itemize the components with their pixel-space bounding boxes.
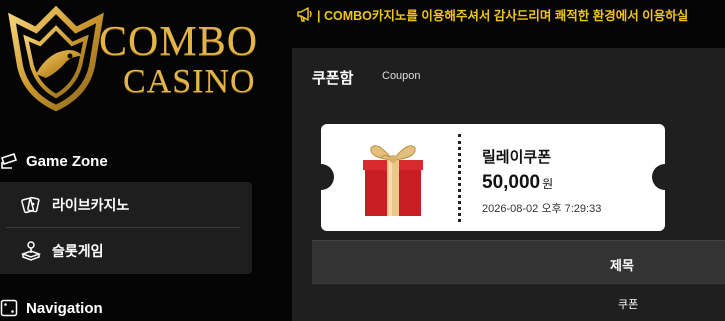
brand-wordmark: COMBO CASINO: [99, 20, 258, 100]
sidebar-item-live-casino[interactable]: 라이브카지노: [0, 182, 252, 227]
brand-line1: COMBO: [99, 19, 259, 65]
dice-icon: [0, 299, 18, 317]
section-game-zone-label: Game Zone: [26, 152, 108, 170]
section-navigation-label: Navigation: [26, 299, 103, 317]
game-menu: 라이브카지노 슬롯게임: [0, 182, 252, 274]
sidebar-item-slot-game[interactable]: 슬롯게임: [0, 228, 252, 273]
coupon-name: 릴레이쿠폰: [482, 149, 552, 166]
column-header-title: 제목: [610, 258, 634, 273]
coupon-panel: 쿠폰함 Coupon 릴레이쿠폰 50,000 원 2026-08-02 오후 …: [292, 48, 725, 321]
sidebar: COMBO CASINO Game Zone 라이브카지노 슬롯게임 Navig…: [0, 0, 265, 321]
shield-logo-icon: [8, 5, 104, 112]
page-title: 쿠폰함: [312, 70, 354, 87]
coupon-amount-value: 50,000: [482, 172, 541, 193]
page: COMBO CASINO Game Zone 라이브카지노 슬롯게임 Navig…: [0, 0, 725, 321]
coupon-amount-unit: 원: [542, 177, 554, 191]
brand-line2: CASINO: [123, 63, 256, 100]
gift-icon: [363, 145, 423, 216]
coupon-perforation: [458, 134, 461, 222]
section-navigation: Navigation: [0, 299, 103, 317]
brand-logo[interactable]: COMBO CASINO: [6, 4, 257, 114]
table-row[interactable]: 쿠폰: [312, 283, 725, 321]
coupon-notch-right: [652, 164, 678, 190]
gamepad-icon: [0, 152, 18, 169]
coupon-card[interactable]: 릴레이쿠폰 50,000 원 2026-08-02 오후 7:29:33: [308, 124, 678, 231]
ticker-text: | COMBO카지노를 이용해주셔서 감사드리며 쾌적한 환경에서 이용하실: [317, 8, 689, 23]
sidebar-item-label: 라이브카지노: [52, 196, 130, 213]
joystick-icon: [20, 240, 42, 261]
notice-ticker[interactable]: | COMBO카지노를 이용해주셔서 감사드리며 쾌적한 환경에서 이용하실: [295, 3, 688, 25]
table-cell-title: 쿠폰: [618, 299, 639, 311]
coupon-amount: 50,000 원: [482, 172, 553, 194]
sidebar-item-label: 슬롯게임: [52, 242, 104, 259]
megaphone-icon: [297, 7, 312, 22]
coupon-notch-left: [308, 164, 334, 190]
coupon-date: 2026-08-02 오후 7:29:33: [482, 203, 602, 215]
cards-icon: [21, 196, 40, 213]
table-header: 제목: [312, 240, 725, 283]
page-subtitle: Coupon: [382, 70, 421, 82]
main-content: | COMBO카지노를 이용해주셔서 감사드리며 쾌적한 환경에서 이용하실 쿠…: [265, 0, 725, 321]
section-game-zone: Game Zone: [0, 152, 108, 170]
